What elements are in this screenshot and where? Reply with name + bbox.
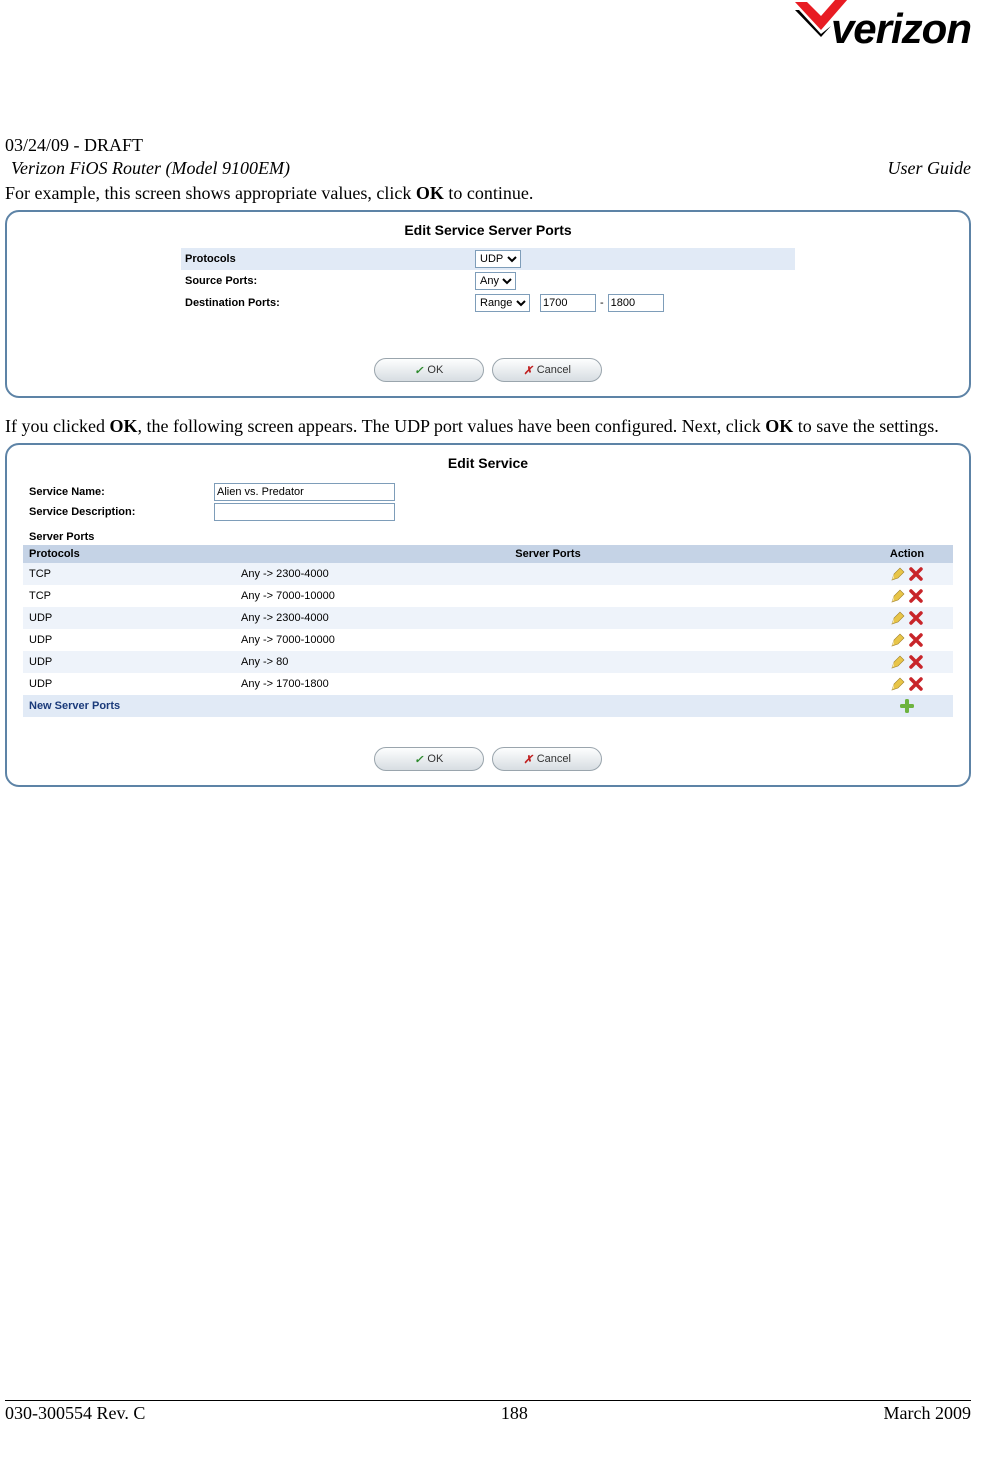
col-server-ports: Server Ports bbox=[235, 545, 861, 563]
cancel-button[interactable]: ✗Cancel bbox=[492, 358, 602, 382]
x-icon: ✗ bbox=[523, 753, 532, 766]
cell-protocol: TCP bbox=[23, 585, 235, 607]
service-name-input[interactable] bbox=[214, 483, 395, 501]
protocols-select[interactable]: UDP bbox=[475, 250, 521, 268]
delete-icon[interactable] bbox=[908, 676, 924, 692]
cell-ports: Any -> 2300-4000 bbox=[235, 607, 861, 629]
new-server-ports-row[interactable]: New Server Ports bbox=[23, 695, 953, 717]
paragraph-1: For example, this screen shows appropria… bbox=[5, 183, 971, 204]
server-ports-table: Protocols Server Ports Action TCPAny -> … bbox=[23, 545, 953, 717]
page-footer: 030-300554 Rev. C 188 March 2009 bbox=[5, 1400, 971, 1424]
edit-icon[interactable] bbox=[890, 588, 906, 604]
table-row: UDPAny -> 2300-4000 bbox=[23, 607, 953, 629]
service-description-input[interactable] bbox=[214, 503, 395, 521]
cell-protocol: UDP bbox=[23, 673, 235, 695]
edit-service-server-ports-panel: Edit Service Server Ports Protocols UDP … bbox=[5, 210, 971, 398]
cell-protocol: UDP bbox=[23, 651, 235, 673]
footer-left: 030-300554 Rev. C bbox=[5, 1403, 145, 1424]
col-protocols: Protocols bbox=[23, 545, 235, 563]
cell-protocol: UDP bbox=[23, 629, 235, 651]
table-row: UDPAny -> 80 bbox=[23, 651, 953, 673]
delete-icon[interactable] bbox=[908, 632, 924, 648]
cell-ports: Any -> 7000-10000 bbox=[235, 629, 861, 651]
cell-ports: Any -> 1700-1800 bbox=[235, 673, 861, 695]
verizon-logo: verizon bbox=[831, 5, 971, 53]
cell-ports: Any -> 7000-10000 bbox=[235, 585, 861, 607]
edit-service-panel: Edit Service Service Name: Service Descr… bbox=[5, 443, 971, 787]
check-icon: ✓ bbox=[414, 753, 423, 766]
new-server-ports-label: New Server Ports bbox=[23, 695, 235, 717]
add-icon[interactable] bbox=[899, 698, 915, 714]
panel-title: Edit Service Server Ports bbox=[11, 216, 965, 248]
table-row: TCPAny -> 7000-10000 bbox=[23, 585, 953, 607]
edit-icon[interactable] bbox=[890, 654, 906, 670]
ok-button[interactable]: ✓OK bbox=[374, 747, 484, 771]
edit-icon[interactable] bbox=[890, 676, 906, 692]
footer-right: March 2009 bbox=[884, 1403, 971, 1424]
panel-title: Edit Service bbox=[11, 449, 965, 481]
cell-protocol: TCP bbox=[23, 563, 235, 585]
col-action: Action bbox=[861, 545, 953, 563]
x-icon: ✗ bbox=[523, 364, 532, 377]
service-description-label: Service Description: bbox=[29, 506, 214, 518]
edit-icon[interactable] bbox=[890, 610, 906, 626]
product-name: Verizon FiOS Router (Model 9100EM) bbox=[11, 158, 290, 179]
table-row: UDPAny -> 7000-10000 bbox=[23, 629, 953, 651]
source-ports-select[interactable]: Any bbox=[475, 272, 516, 290]
service-name-label: Service Name: bbox=[29, 486, 214, 498]
destination-ports-label: Destination Ports: bbox=[185, 297, 475, 309]
table-row: TCPAny -> 2300-4000 bbox=[23, 563, 953, 585]
doc-type: User Guide bbox=[888, 158, 972, 179]
cell-ports: Any -> 2300-4000 bbox=[235, 563, 861, 585]
cancel-button[interactable]: ✗Cancel bbox=[492, 747, 602, 771]
range-dash: - bbox=[600, 297, 604, 309]
destination-port-from-input[interactable] bbox=[540, 294, 596, 312]
paragraph-2: If you clicked OK, the following screen … bbox=[5, 416, 971, 437]
cell-protocol: UDP bbox=[23, 607, 235, 629]
draft-stamp: 03/24/09 - DRAFT bbox=[5, 135, 971, 156]
footer-page-number: 188 bbox=[145, 1403, 883, 1424]
destination-ports-mode-select[interactable]: Range bbox=[475, 294, 530, 312]
delete-icon[interactable] bbox=[908, 588, 924, 604]
delete-icon[interactable] bbox=[908, 566, 924, 582]
destination-port-to-input[interactable] bbox=[608, 294, 664, 312]
protocols-label: Protocols bbox=[185, 253, 475, 265]
table-row: UDPAny -> 1700-1800 bbox=[23, 673, 953, 695]
check-icon: ✓ bbox=[414, 364, 423, 377]
source-ports-label: Source Ports: bbox=[185, 275, 475, 287]
server-ports-heading: Server Ports bbox=[11, 523, 965, 545]
delete-icon[interactable] bbox=[908, 610, 924, 626]
cell-ports: Any -> 80 bbox=[235, 651, 861, 673]
edit-icon[interactable] bbox=[890, 632, 906, 648]
ok-button[interactable]: ✓OK bbox=[374, 358, 484, 382]
edit-icon[interactable] bbox=[890, 566, 906, 582]
delete-icon[interactable] bbox=[908, 654, 924, 670]
